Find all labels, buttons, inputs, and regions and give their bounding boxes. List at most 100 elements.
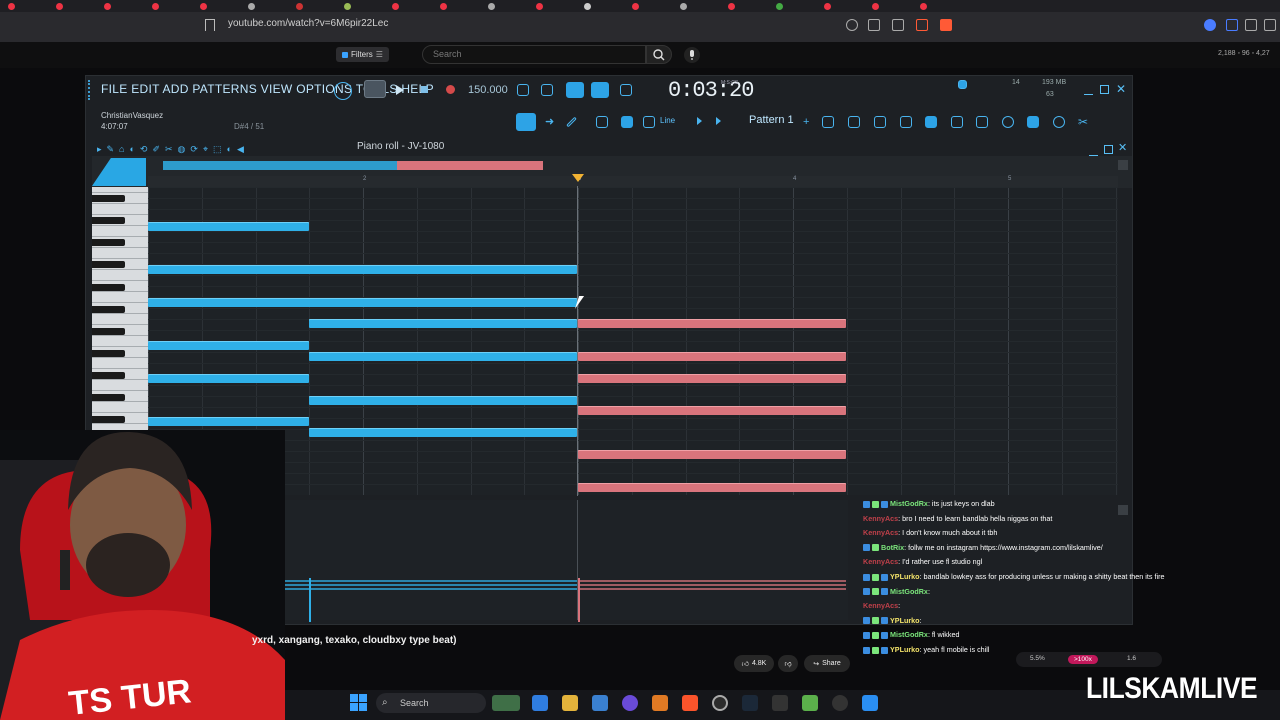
browser-tab[interactable] — [200, 0, 246, 12]
cpu-meter-icon[interactable] — [334, 82, 352, 100]
note[interactable] — [578, 319, 846, 328]
url-text[interactable]: youtube.com/watch?v=6M6pir22Lec — [228, 18, 388, 29]
velocity-bar[interactable] — [578, 588, 846, 590]
velocity-bar[interactable] — [578, 584, 846, 586]
brave-rewards-icon[interactable] — [940, 19, 952, 31]
browser-tab[interactable] — [728, 0, 774, 12]
share-button[interactable]: ↪ Share — [804, 655, 850, 672]
browser-tab[interactable] — [440, 0, 486, 12]
filters-button[interactable]: Filters ☰ — [336, 47, 389, 62]
drag-handle[interactable] — [88, 80, 94, 100]
youtube-search-input[interactable]: Search — [422, 45, 646, 64]
browser-tab[interactable] — [392, 0, 438, 12]
next-pattern-icon[interactable] — [716, 117, 721, 125]
add-pattern-icon[interactable]: + — [803, 116, 815, 128]
note[interactable] — [148, 374, 309, 383]
brave-shield-icon[interactable] — [916, 19, 928, 31]
chat-username[interactable]: YPLurko — [890, 572, 920, 581]
menu-view[interactable]: VIEW — [261, 82, 293, 96]
taskbar-search[interactable]: Search — [376, 693, 486, 713]
piano-roll-title[interactable]: Piano roll - JV-1080 — [357, 141, 444, 152]
link-icon[interactable] — [596, 116, 608, 128]
black-key[interactable] — [92, 261, 125, 268]
note[interactable] — [578, 450, 846, 459]
file-explorer-icon[interactable] — [562, 695, 578, 711]
menu-patterns[interactable]: PATTERNS — [192, 82, 257, 96]
app-icon-3[interactable] — [832, 695, 848, 711]
browser-tab-strip[interactable] — [0, 0, 1280, 12]
metronome-icon[interactable] — [517, 84, 529, 96]
browser-tab[interactable] — [536, 0, 582, 12]
piano-roll-maximize[interactable] — [1104, 145, 1113, 154]
plugin-icon[interactable] — [951, 116, 963, 128]
browser-tab[interactable] — [488, 0, 534, 12]
black-key[interactable] — [92, 239, 125, 246]
browser-tab[interactable] — [584, 0, 630, 12]
chat-username[interactable]: KennyAcs — [863, 528, 898, 537]
magnet-icon[interactable] — [643, 116, 655, 128]
note[interactable] — [578, 483, 846, 492]
velocity-bar[interactable] — [309, 580, 577, 582]
menu-add[interactable]: ADD — [163, 82, 189, 96]
discord-icon[interactable] — [622, 695, 638, 711]
pattern-song-toggle[interactable] — [364, 80, 386, 98]
save-icon[interactable] — [1027, 116, 1039, 128]
tempo-display[interactable]: 150.000 — [468, 84, 508, 96]
bookmark-icon[interactable] — [205, 19, 215, 31]
chat-username[interactable]: KennyAcs — [863, 514, 898, 523]
chat-username[interactable]: YPLurko — [890, 645, 920, 654]
mic-icon[interactable] — [1053, 116, 1065, 128]
note[interactable] — [309, 428, 577, 437]
piano-roll-minimize[interactable] — [1089, 147, 1098, 156]
steam-icon[interactable] — [742, 695, 758, 711]
channel-rack-icon[interactable] — [848, 116, 860, 128]
browser-tab[interactable] — [920, 0, 966, 12]
extensions-puzzle-icon[interactable] — [1245, 19, 1257, 31]
tools-icon[interactable]: ✂ — [1078, 116, 1090, 128]
blend-notes-icon[interactable] — [591, 82, 609, 98]
note[interactable] — [148, 417, 309, 426]
browser-tab[interactable] — [872, 0, 918, 12]
piano-roll-icon[interactable] — [516, 113, 536, 131]
chat-username[interactable]: MistGodRx — [890, 499, 928, 508]
extension-icon[interactable] — [1204, 19, 1216, 31]
cast-icon[interactable] — [868, 19, 880, 31]
black-key[interactable] — [92, 350, 125, 357]
mixer-icon[interactable] — [874, 116, 886, 128]
piano-roll-close[interactable]: ✕ — [1118, 141, 1127, 154]
menu-edit[interactable]: EDIT — [131, 82, 159, 96]
note[interactable] — [309, 319, 577, 328]
store-icon[interactable] — [592, 695, 608, 711]
copilot-icon[interactable] — [532, 695, 548, 711]
browser-tab[interactable] — [632, 0, 678, 12]
browser-tab[interactable] — [152, 0, 198, 12]
black-key[interactable] — [92, 284, 125, 291]
app-icon-4[interactable] — [862, 695, 878, 711]
plugin-picker-icon[interactable] — [900, 116, 912, 128]
instrument-icon[interactable] — [621, 116, 633, 128]
play-icon[interactable] — [396, 85, 404, 95]
song-time-display[interactable]: 0:03:20 — [668, 78, 754, 103]
playhead-marker[interactable] — [572, 174, 584, 182]
browser-tab[interactable] — [104, 0, 150, 12]
note[interactable] — [578, 406, 846, 415]
browser-tab[interactable] — [776, 0, 822, 12]
browser-tab[interactable] — [248, 0, 294, 12]
overview-scroll-pink[interactable] — [397, 161, 543, 170]
chat-username[interactable]: KennyAcs — [863, 557, 898, 566]
scroll-up-button[interactable] — [1118, 160, 1128, 170]
note[interactable] — [148, 298, 577, 307]
voice-search-button[interactable] — [684, 47, 700, 63]
wait-input-icon[interactable] — [541, 84, 553, 96]
widgets-icon[interactable] — [492, 695, 520, 711]
time-ruler[interactable] — [148, 176, 1118, 187]
note[interactable] — [309, 352, 577, 361]
piano-roll-toolbar[interactable]: ▸✎⌂◐⟲✐✂◍⟳⌖⬚◐◀ — [97, 144, 345, 154]
velocity-stem[interactable] — [309, 578, 311, 622]
previous-pattern-icon[interactable] — [697, 117, 702, 125]
piano-keyboard[interactable] — [92, 187, 148, 430]
loop-record-icon[interactable] — [620, 84, 632, 96]
stop-icon[interactable] — [421, 86, 428, 93]
black-key[interactable] — [92, 195, 125, 202]
maximize-button[interactable] — [1100, 85, 1109, 94]
